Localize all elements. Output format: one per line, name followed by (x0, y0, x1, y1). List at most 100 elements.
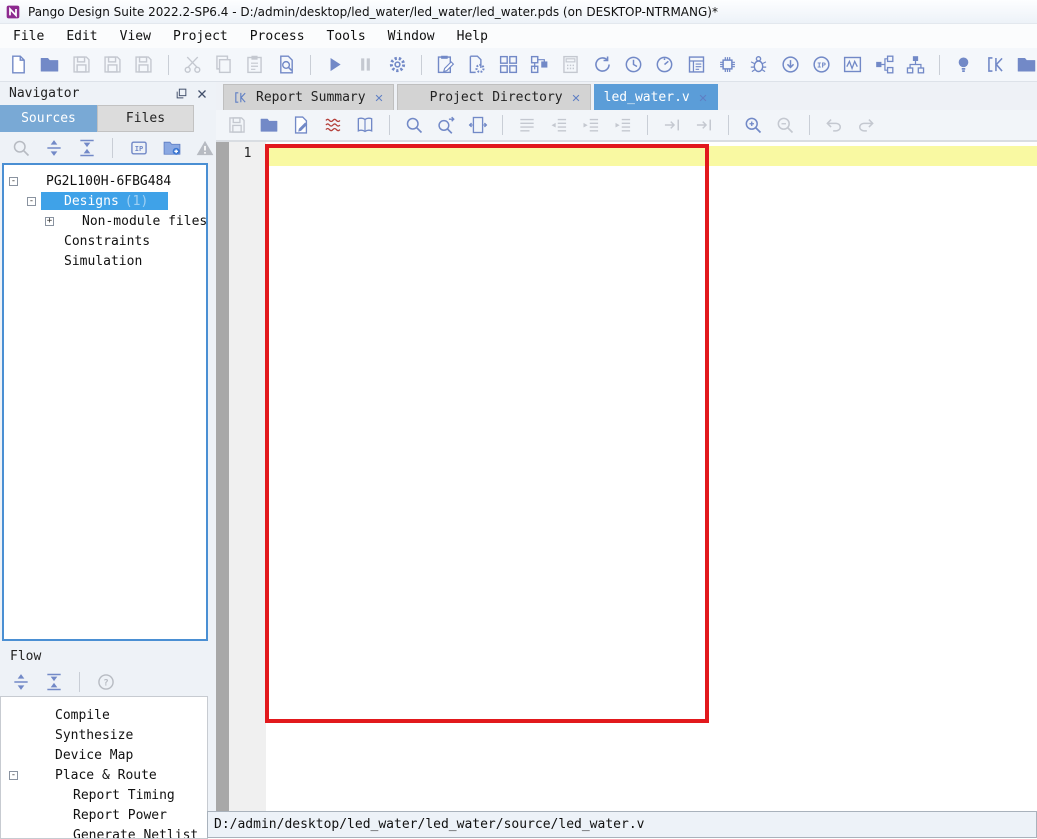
tab-led-water-v[interactable]: led_water.v (594, 84, 718, 110)
tab-close-button[interactable] (698, 93, 708, 103)
ip-center-button[interactable] (811, 54, 832, 76)
menu-file[interactable]: File (2, 26, 55, 47)
close-panel-button[interactable] (194, 86, 210, 102)
debugger-button[interactable] (748, 54, 769, 76)
run-flow-button[interactable] (324, 54, 345, 76)
timing-analysis-button[interactable] (654, 54, 675, 76)
indent-button[interactable] (580, 114, 602, 136)
report-viewer-button[interactable] (686, 54, 707, 76)
new-file-button[interactable] (8, 54, 29, 76)
block-hierarchy-button[interactable] (529, 54, 550, 76)
tree-item-compile[interactable]: Compile (1, 705, 207, 725)
tree-item-constraints[interactable]: Constraints (4, 231, 206, 251)
rerun-synthesis-button[interactable] (592, 54, 613, 76)
tab-report-summary[interactable]: Report Summary (223, 84, 394, 110)
panel-splitter[interactable] (209, 82, 216, 811)
report-config-button[interactable] (466, 54, 487, 76)
add-ip-button[interactable] (128, 137, 149, 158)
unindent-button[interactable] (548, 114, 570, 136)
status-bar: D:/admin/desktop/led_water/led_water/sou… (207, 811, 1037, 838)
navigator-toolbar (0, 132, 216, 163)
block-design-button[interactable] (498, 54, 519, 76)
download-bitstream-button[interactable] (780, 54, 801, 76)
tab-close-button[interactable] (374, 93, 384, 103)
settings-button[interactable] (387, 54, 408, 76)
project-directory-button[interactable] (1016, 54, 1037, 76)
expander-minus[interactable]: - (27, 197, 36, 206)
menu-project[interactable]: Project (162, 26, 239, 47)
tree-item-place-route[interactable]: -Place & Route (1, 765, 207, 785)
save-button[interactable] (71, 54, 92, 76)
expander-minus[interactable]: - (9, 771, 18, 780)
save-all-button[interactable] (133, 54, 154, 76)
collapse-all-button[interactable] (43, 672, 64, 693)
save-file-button[interactable] (226, 114, 248, 136)
shift-left-button[interactable] (693, 114, 715, 136)
expand-all-button[interactable] (43, 137, 64, 158)
tab-close-button[interactable] (571, 93, 581, 103)
open-project-button[interactable] (39, 54, 60, 76)
language-templates-button[interactable] (354, 114, 376, 136)
zoom-out-button[interactable] (774, 114, 796, 136)
menu-process[interactable]: Process (239, 26, 316, 47)
edit-mode-button[interactable] (290, 114, 312, 136)
add-sources-button[interactable] (161, 137, 182, 158)
chip-viewer-button[interactable] (717, 54, 738, 76)
fit-page-button[interactable] (467, 114, 489, 136)
expander-minus[interactable]: - (9, 177, 18, 186)
menu-edit[interactable]: Edit (55, 26, 108, 47)
cut-button[interactable] (182, 54, 203, 76)
collapse-all-button[interactable] (76, 137, 97, 158)
timing-constraints-button[interactable] (623, 54, 644, 76)
search-sources-button[interactable] (10, 137, 31, 158)
indent-icon (581, 115, 601, 135)
tree-item-device-map[interactable]: Device Map (1, 745, 207, 765)
redo-button[interactable] (855, 114, 877, 136)
expand-all-button[interactable] (10, 672, 31, 693)
tree-item-report-timing[interactable]: Report Timing (1, 785, 207, 805)
copy-button[interactable] (213, 54, 234, 76)
find-button[interactable] (403, 114, 425, 136)
tree-item-simulation[interactable]: Simulation (4, 251, 206, 271)
navigator-tab-files[interactable]: Files (97, 105, 194, 132)
align-lines-button[interactable] (516, 114, 538, 136)
copy-icon (213, 54, 234, 75)
help-button[interactable] (95, 672, 116, 693)
save-as-button[interactable] (102, 54, 123, 76)
waveform-viewer-button[interactable] (842, 54, 863, 76)
zoom-in-button[interactable] (742, 114, 764, 136)
float-panel-button[interactable] (173, 86, 189, 102)
report-summary-button[interactable] (985, 54, 1006, 76)
open-file-button[interactable] (258, 114, 280, 136)
edit-constraints-button[interactable] (435, 54, 456, 76)
code-area[interactable] (266, 142, 1037, 811)
shift-right-button[interactable] (661, 114, 683, 136)
menu-help[interactable]: Help (446, 26, 499, 47)
tree-item-designs[interactable]: -Designs(1) (4, 191, 206, 211)
design-hierarchy-button[interactable] (905, 54, 926, 76)
calculator-button[interactable] (560, 54, 581, 76)
expander-plus[interactable]: + (45, 217, 54, 226)
tree-item-generate-netlist[interactable]: Generate Netlist (1, 825, 207, 839)
netlist-viewer-button[interactable] (874, 54, 895, 76)
tree-item-non-module-files[interactable]: +Non-module files( (4, 211, 206, 231)
find-replace-button[interactable] (435, 114, 457, 136)
tree-item-synthesize[interactable]: Synthesize (1, 725, 207, 745)
tab-project-directory[interactable]: Project Directory (397, 84, 591, 110)
tree-item-pg2l100h-6fbg484[interactable]: -PG2L100H-6FBG484 (4, 171, 206, 191)
menu-window[interactable]: Window (377, 26, 446, 47)
undo-button[interactable] (823, 114, 845, 136)
paste-button[interactable] (244, 54, 265, 76)
navigator-tab-sources[interactable]: Sources (0, 105, 97, 132)
toolbar-separator (728, 115, 729, 135)
indent-block-button[interactable] (612, 114, 634, 136)
check-syntax-button[interactable] (322, 114, 344, 136)
menu-view[interactable]: View (109, 26, 162, 47)
tips-button[interactable] (953, 54, 974, 76)
tree-item-report-power[interactable]: Report Power (1, 805, 207, 825)
folding-margin[interactable] (216, 142, 229, 811)
menu-tools[interactable]: Tools (316, 26, 377, 47)
tree-row-content: Constraints (41, 232, 154, 250)
preview-button[interactable] (276, 54, 297, 76)
pause-button[interactable] (355, 54, 376, 76)
